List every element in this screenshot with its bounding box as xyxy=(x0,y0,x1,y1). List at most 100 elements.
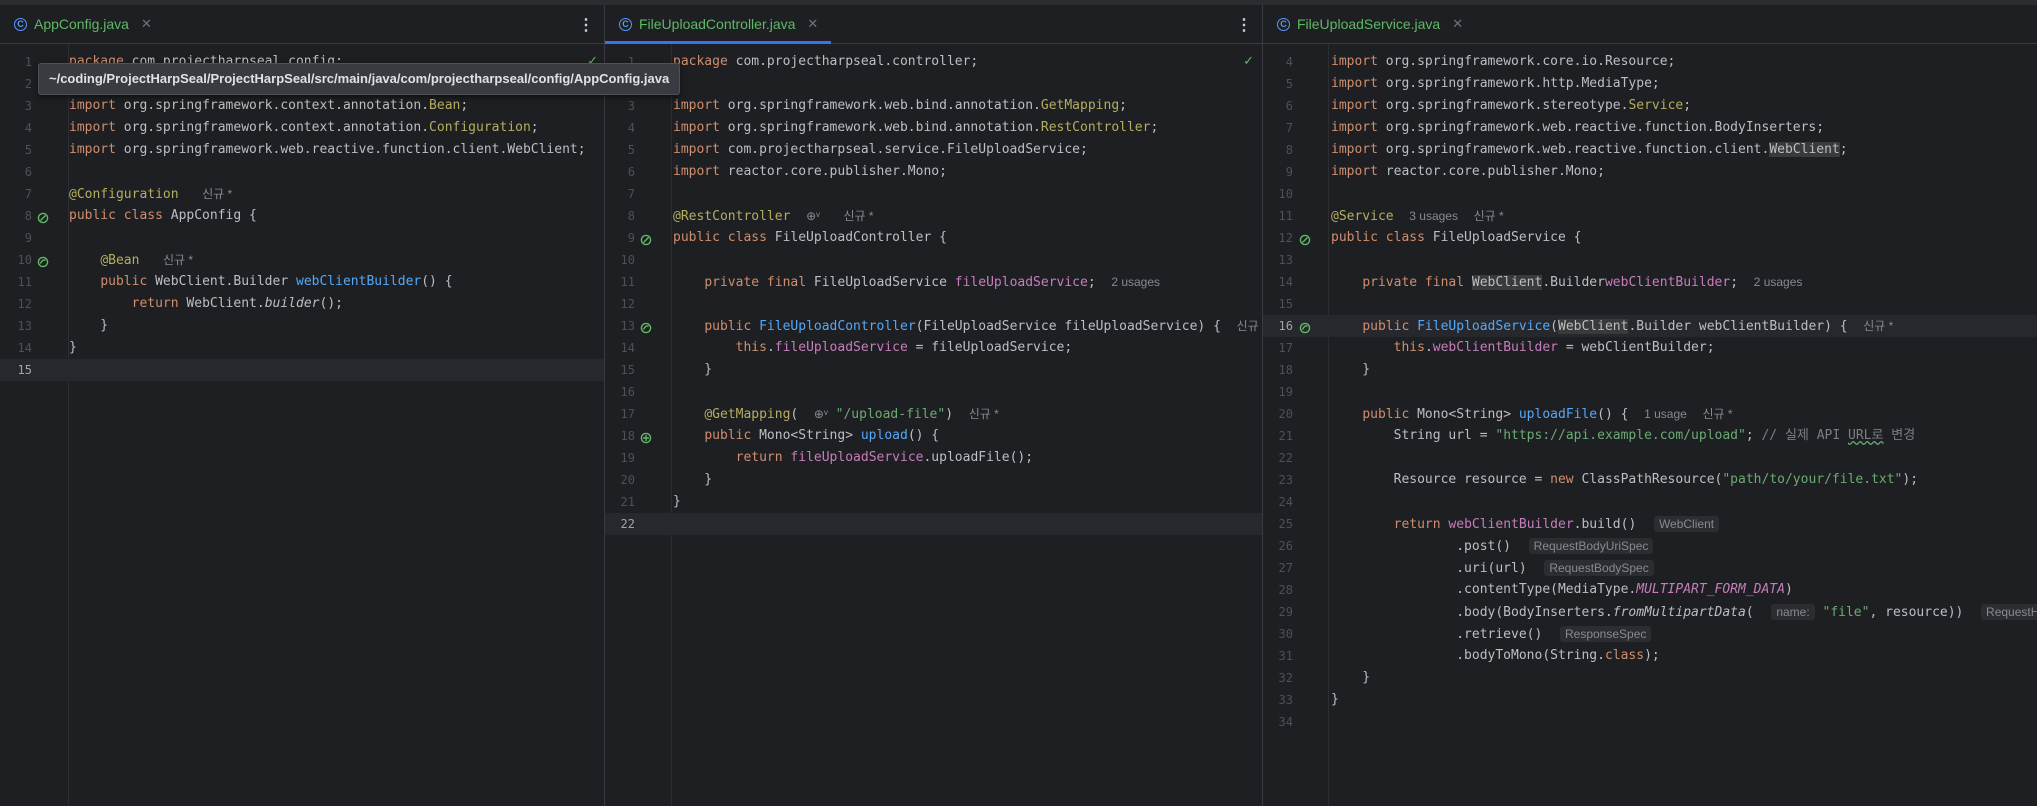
code-line[interactable]: 12 public class FileUploadService { xyxy=(1263,227,2037,249)
code-line[interactable]: 20 public Mono<String> uploadFile() { 1 … xyxy=(1263,403,2037,425)
more-options-icon[interactable]: ⋮ xyxy=(578,15,594,35)
type-hint[interactable]: WebClient xyxy=(1653,516,1720,532)
type-hint[interactable]: name: xyxy=(1771,604,1815,620)
code-line[interactable]: 5 import org.springframework.http.MediaTy… xyxy=(1263,73,2037,95)
code-line[interactable]: 11 public WebClient.Builder webClientBui… xyxy=(0,271,604,293)
code-line[interactable]: 11 private final FileUploadService fileU… xyxy=(605,271,1262,293)
inlay-hint[interactable]: 신규 * xyxy=(202,187,232,201)
code-area[interactable]: 1 package com.projectharpseal.config; ✓ 2 3 i… xyxy=(0,51,604,381)
code-line[interactable]: 21 String url = "https://api.example.com… xyxy=(1263,425,2037,447)
code-line[interactable]: 5 import com.projectharpseal.service.File… xyxy=(605,139,1262,161)
code-line[interactable]: 10 @Bean 신규 * xyxy=(0,249,604,271)
code-line[interactable]: 26 .post() RequestBodyUriSpec xyxy=(1263,535,2037,557)
code-line[interactable]: 14 this.fileUploadService = fileUploadSe… xyxy=(605,337,1262,359)
bean-config-icon[interactable] xyxy=(37,210,49,224)
code-line[interactable]: 7 @Configuration 신규 * xyxy=(0,183,604,205)
code-line[interactable]: 23 Resource resource = new ClassPathReso… xyxy=(1263,469,2037,491)
code-line[interactable]: 18 public Mono<String> upload() { xyxy=(605,425,1262,447)
inlay-hint[interactable]: 신규 * xyxy=(1474,209,1504,223)
inlay-hint[interactable]: 1 usage xyxy=(1644,407,1687,421)
code-line[interactable]: 19 xyxy=(1263,381,2037,403)
code-line[interactable]: 15 xyxy=(1263,293,2037,315)
code-line[interactable]: 1 package com.projectharpseal.controller;… xyxy=(605,51,1262,73)
editor-pane-fileuploadcontroller[interactable]: C FileUploadController.java ✕ ⋮ 1 package com… xyxy=(605,5,1262,806)
inlay-hint[interactable]: 신규 * xyxy=(1863,319,1893,333)
code-area[interactable]: 1 package com.projectharpseal.controller;… xyxy=(605,51,1262,535)
inlay-hint[interactable]: 3 usages xyxy=(1409,209,1458,223)
code-line[interactable]: 22 xyxy=(605,513,1262,535)
inspection-ok-icon[interactable]: ✓ xyxy=(1243,51,1254,73)
code-line[interactable]: 13 xyxy=(1263,249,2037,271)
code-line[interactable]: 15 xyxy=(0,359,604,381)
inlay-hint[interactable]: 2 usages xyxy=(1111,275,1160,289)
code-line[interactable]: 32 } xyxy=(1263,667,2037,689)
code-line[interactable]: 8 @RestController ⊕ᵛ 신규 * xyxy=(605,205,1262,227)
tab-fileuploadservice[interactable]: C FileUploadService.java ✕ xyxy=(1263,5,1476,43)
close-tab-icon[interactable]: ✕ xyxy=(141,16,152,32)
type-hint[interactable]: ResponseSpec xyxy=(1559,626,1652,642)
code-line[interactable]: 34 xyxy=(1263,711,2037,733)
code-line[interactable]: 4 import org.springframework.core.io.Reso… xyxy=(1263,51,2037,73)
type-hint[interactable]: RequestHeadersSpec xyxy=(1981,604,2037,620)
code-line[interactable]: 19 return fileUploadService.uploadFile()… xyxy=(605,447,1262,469)
code-line[interactable]: 31 .bodyToMono(String.class); xyxy=(1263,645,2037,667)
code-line[interactable]: 27 .uri(url) RequestBodySpec xyxy=(1263,557,2037,579)
code-line[interactable]: 6 import org.springframework.stereotype.S… xyxy=(1263,95,2037,117)
close-tab-icon[interactable]: ✕ xyxy=(807,16,818,32)
code-line[interactable]: 11 @Service 3 usages 신규 * xyxy=(1263,205,2037,227)
code-line[interactable]: 12 return WebClient.builder(); xyxy=(0,293,604,315)
more-options-icon[interactable]: ⋮ xyxy=(1236,15,1252,35)
code-line[interactable]: 10 xyxy=(1263,183,2037,205)
inlay-hint[interactable]: 2 usages xyxy=(1754,275,1803,289)
bean-method-icon[interactable] xyxy=(37,254,49,268)
code-line[interactable]: 8 import org.springframework.web.reactive… xyxy=(1263,139,2037,161)
code-line[interactable]: 3 import org.springframework.web.bind.ann… xyxy=(605,95,1262,117)
bean-method-icon[interactable] xyxy=(640,320,652,334)
code-line[interactable]: 14} xyxy=(0,337,604,359)
code-line[interactable]: 17 this.webClientBuilder = webClientBuil… xyxy=(1263,337,2037,359)
inlay-hint[interactable]: 신규 * xyxy=(969,407,999,421)
code-line[interactable]: 7 xyxy=(605,183,1262,205)
code-line[interactable]: 4 import org.springframework.web.bind.ann… xyxy=(605,117,1262,139)
code-line[interactable]: 30 .retrieve() ResponseSpec xyxy=(1263,623,2037,645)
code-line[interactable]: 2 xyxy=(605,73,1262,95)
editor-pane-fileuploadservice[interactable]: C FileUploadService.java ✕ 4 import org.spri… xyxy=(1263,5,2037,806)
code-line[interactable]: 18 } xyxy=(1263,359,2037,381)
code-line[interactable]: 12 xyxy=(605,293,1262,315)
code-line[interactable]: 6 xyxy=(0,161,604,183)
inlay-hint[interactable]: 신규 * xyxy=(1237,319,1262,333)
type-hint[interactable]: RequestBodyUriSpec xyxy=(1528,538,1654,554)
code-line[interactable]: 33} xyxy=(1263,689,2037,711)
code-line[interactable]: 7 import org.springframework.web.reactive… xyxy=(1263,117,2037,139)
endpoint-icon[interactable] xyxy=(640,430,652,444)
code-line[interactable]: 3 import org.springframework.context.anno… xyxy=(0,95,604,117)
inlay-hint[interactable]: 신규 * xyxy=(843,209,873,223)
code-line[interactable]: 21} xyxy=(605,491,1262,513)
code-line[interactable]: 28 .contentType(MediaType.MULTIPART_FORM… xyxy=(1263,579,2037,601)
tab-fileuploadcontroller[interactable]: C FileUploadController.java ✕ xyxy=(605,5,832,44)
bean-config-icon[interactable] xyxy=(1299,232,1311,246)
code-line[interactable]: 15 } xyxy=(605,359,1262,381)
code-line[interactable]: 16 public FileUploadService(WebClient.Bu… xyxy=(1263,315,2037,337)
code-line[interactable]: 14 private final WebClient.BuilderwebCli… xyxy=(1263,271,2037,293)
code-line[interactable]: 17 @GetMapping( ⊕ᵛ "/upload-file") 신규 * xyxy=(605,403,1262,425)
code-line[interactable]: 29 .body(BodyInserters.fromMultipartData… xyxy=(1263,601,2037,623)
code-area[interactable]: 4 import org.springframework.core.io.Reso… xyxy=(1263,51,2037,733)
close-tab-icon[interactable]: ✕ xyxy=(1452,16,1463,32)
code-line[interactable]: 8 public class AppConfig { xyxy=(0,205,604,227)
code-line[interactable]: 13 public FileUploadController(FileUploa… xyxy=(605,315,1262,337)
code-line[interactable]: 9 public class FileUploadController { xyxy=(605,227,1262,249)
inlay-hint[interactable]: ⊕ᵛ xyxy=(806,209,820,223)
editor-pane-appconfig[interactable]: C AppConfig.java ✕ ⋮ 1 package com.projecthar… xyxy=(0,5,604,806)
bean-method-icon[interactable] xyxy=(1299,320,1311,334)
inlay-hint[interactable]: 신규 * xyxy=(1702,407,1732,421)
code-line[interactable]: 4 import org.springframework.context.anno… xyxy=(0,117,604,139)
code-line[interactable]: 10 xyxy=(605,249,1262,271)
code-line[interactable]: 20 } xyxy=(605,469,1262,491)
code-line[interactable]: 25 return webClientBuilder.build() WebCl… xyxy=(1263,513,2037,535)
code-line[interactable]: 16 xyxy=(605,381,1262,403)
tab-appconfig[interactable]: C AppConfig.java ✕ xyxy=(0,5,165,43)
type-hint[interactable]: RequestBodySpec xyxy=(1544,560,1654,576)
bean-config-icon[interactable] xyxy=(640,232,652,246)
code-line[interactable]: 13 } xyxy=(0,315,604,337)
